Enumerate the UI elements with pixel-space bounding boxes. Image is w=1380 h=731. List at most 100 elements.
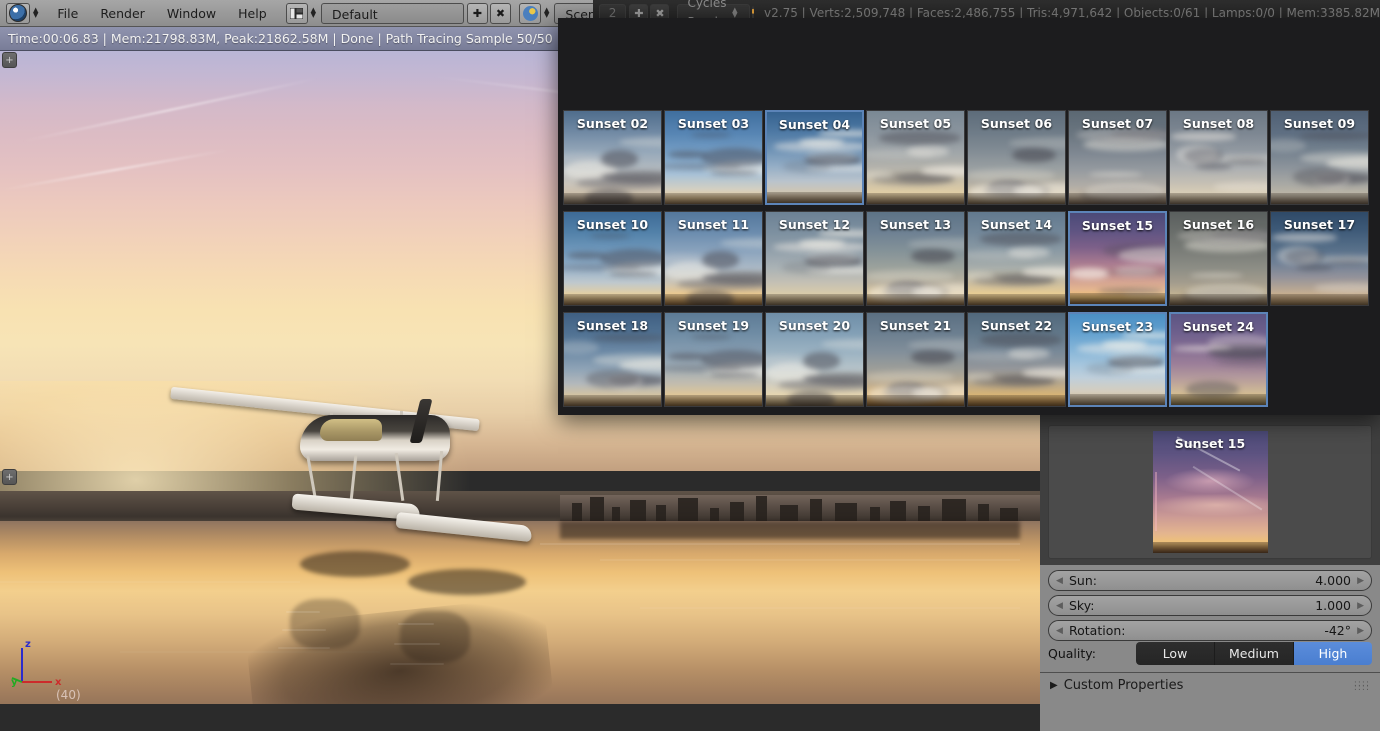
horizon-band [867,395,964,406]
horizon-band [766,395,863,406]
viewport-properties-toggle[interactable]: + [2,469,17,485]
sunset-preset-cell[interactable]: Sunset 02 [563,110,662,205]
sunset-preset-label: Sunset 04 [767,117,862,132]
chevron-updown-icon[interactable]: ▲▼ [31,8,40,18]
sunset-preset-cell[interactable]: Sunset 17 [1270,211,1369,306]
grip-dots-icon[interactable]: :::::::: [1354,682,1370,690]
sunset-preset-label: Sunset 18 [564,318,661,333]
decrement-icon[interactable]: ◀ [1056,601,1063,611]
viewport-toolbar-toggle[interactable]: + [2,52,17,68]
increment-icon[interactable]: ▶ [1357,576,1364,586]
horizon-band [1070,394,1165,405]
screen-layout-field[interactable]: Default [321,3,464,24]
sunset-preset-label: Sunset 17 [1271,217,1368,232]
screen-layout-icon[interactable] [286,3,308,24]
sunset-preset-cell[interactable]: Sunset 18 [563,312,662,407]
sunset-preset-cell[interactable]: Sunset 12 [765,211,864,306]
sunset-preset-cell[interactable]: Sunset 22 [967,312,1066,407]
chevron-updown-icon[interactable]: ▲▼ [542,8,551,18]
sunset-preset-cell[interactable]: Sunset 08 [1169,110,1268,205]
sky-strength-slider[interactable]: ◀ Sky: 1.000 ▶ [1048,595,1372,616]
cloud-wisp [921,166,965,176]
horizon-band [665,193,762,204]
sunset-preset-cell[interactable]: Sunset 09 [1270,110,1369,205]
decrement-icon[interactable]: ◀ [1056,626,1063,636]
quality-option-high[interactable]: High [1294,642,1372,665]
quality-option-low[interactable]: Low [1136,642,1215,665]
blender-logo-icon[interactable] [6,3,30,24]
sunset-preset-label: Sunset 23 [1070,319,1165,334]
cloud-wisp [1022,368,1066,378]
editor-type-selector[interactable]: ▲▼ [6,3,40,24]
render-info-text: Time:00:06.83 | Mem:21798.83M, Peak:2186… [0,31,553,46]
sunset-preset-label: Sunset 20 [766,318,863,333]
delete-screen-button[interactable]: ✖ [490,3,511,24]
cloud-wisp [980,333,1062,347]
rotation-slider[interactable]: ◀ Rotation: -42° ▶ [1048,620,1372,641]
world-preview-thumbnail[interactable]: Sunset 15 [1153,431,1268,553]
axis-label-z: z [25,639,31,650]
sunset-preset-cell[interactable]: Sunset 15 [1068,211,1167,306]
menu-file[interactable]: File [46,3,89,24]
increment-icon[interactable]: ▶ [1357,626,1364,636]
custom-properties-label: Custom Properties [1064,678,1184,693]
quality-option-medium[interactable]: Medium [1215,642,1294,665]
rotation-slider-label: Rotation: [1069,623,1126,638]
sunset-preset-cell[interactable]: Sunset 16 [1169,211,1268,306]
screen-layout-selector[interactable]: ▲▼ [286,3,318,24]
scene-selector[interactable]: ▲▼ [519,3,551,24]
menu-render[interactable]: Render [89,3,156,24]
menu-window[interactable]: Window [156,3,227,24]
cloud-wisp [702,251,739,269]
horizon-band [767,192,862,203]
horizon-band [1069,193,1166,204]
sunset-preset-cell[interactable]: Sunset 07 [1068,110,1167,205]
axis-gizmo: z x y [10,638,64,690]
horizon-band [867,294,964,305]
sunset-preset-label: Sunset 12 [766,217,863,232]
sunset-preset-label: Sunset 24 [1171,319,1266,334]
cloud-wisp [691,334,732,340]
world-preview-panel: Sunset 15 [1048,425,1372,559]
sunset-preset-cell[interactable]: Sunset 06 [967,110,1066,205]
expand-arrow-icon[interactable]: ▶ [1050,680,1058,691]
sunset-preset-cell[interactable]: Sunset 05 [866,110,965,205]
sunset-preset-popup[interactable]: Sunset 02Sunset 03Sunset 04Sunset 05Suns… [558,18,1380,415]
cloud-wisp [911,350,955,365]
sunset-preset-cell[interactable]: Sunset 04 [765,110,864,205]
sun-slider-label: Sun: [1069,573,1097,588]
sunset-preset-cell[interactable]: Sunset 03 [664,110,763,205]
horizon-band [766,294,863,305]
decrement-icon[interactable]: ◀ [1056,576,1063,586]
sunset-preset-cell[interactable]: Sunset 11 [664,211,763,306]
sunset-preset-cell[interactable]: Sunset 10 [563,211,662,306]
sunset-preset-cell[interactable]: Sunset 13 [866,211,965,306]
sun-slider-value: 4.000 [1315,573,1351,588]
chevron-updown-icon[interactable]: ▲▼ [309,8,318,18]
sunset-preset-cell[interactable]: Sunset 14 [967,211,1066,306]
scene-icon[interactable] [519,3,541,24]
cloud-wisp [1104,269,1167,276]
add-screen-button[interactable]: ✚ [467,3,488,24]
sunset-preset-cell[interactable]: Sunset 20 [765,312,864,407]
aircraft-cockpit [320,419,382,441]
cloud-wisp [980,232,1062,246]
cloud-wisp [590,233,631,239]
cloud-wisp [967,373,994,380]
cloud-wisp [601,150,638,168]
custom-properties-panel-header[interactable]: ▶ Custom Properties :::::::: [1040,672,1380,698]
increment-icon[interactable]: ▶ [1357,601,1364,611]
chevron-updown-icon[interactable]: ▲▼ [730,8,739,18]
sunset-preset-label: Sunset 06 [968,116,1065,131]
sunset-preset-cell[interactable]: Sunset 21 [866,312,965,407]
cloud-wisp [691,132,732,138]
menu-help[interactable]: Help [227,3,278,24]
sunset-preset-label: Sunset 08 [1170,116,1267,131]
sunset-preset-cell[interactable]: Sunset 24 [1169,312,1268,407]
sky-slider-label: Sky: [1069,598,1094,613]
cloud-wisp [967,351,1035,360]
sun-strength-slider[interactable]: ◀ Sun: 4.000 ▶ [1048,570,1372,591]
cloud-wisp [563,341,599,354]
sunset-preset-cell[interactable]: Sunset 23 [1068,312,1167,407]
sunset-preset-cell[interactable]: Sunset 19 [664,312,763,407]
